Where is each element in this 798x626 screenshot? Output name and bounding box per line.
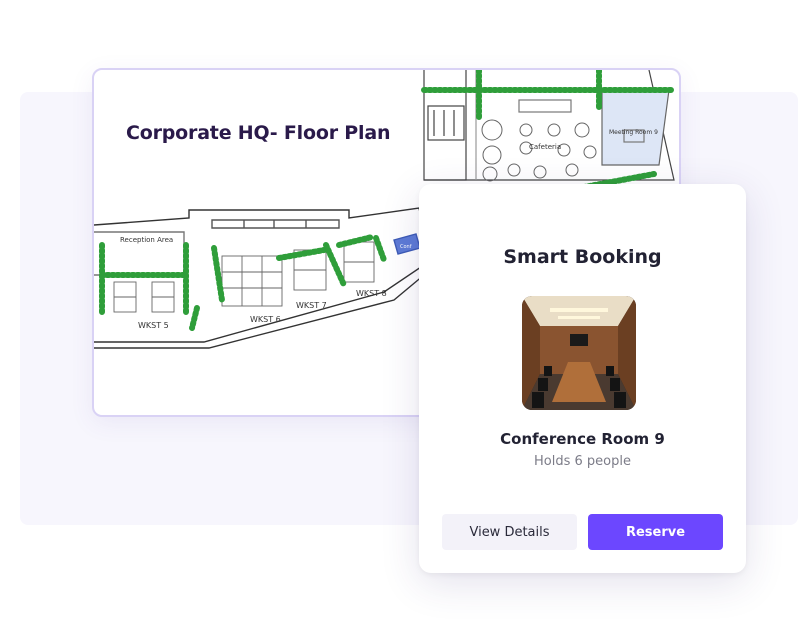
booking-title: Smart Booking bbox=[503, 246, 662, 268]
smart-booking-card: Smart Booking Conference Room 9 Holds 6 … bbox=[419, 184, 746, 573]
room-name: Conference Room 9 bbox=[500, 430, 665, 448]
wkst-6-label: WKST 6 bbox=[250, 315, 281, 324]
wkst-5-label: WKST 5 bbox=[138, 321, 169, 330]
wkst-8-label: WKST 8 bbox=[356, 289, 387, 298]
upper-wing bbox=[423, 70, 675, 181]
reception-area-label: Reception Area bbox=[120, 236, 173, 244]
room-capacity: Holds 6 people bbox=[534, 454, 631, 469]
cafeteria-label: Cafeteria bbox=[529, 143, 561, 151]
floor-plan-title: Corporate HQ- Floor Plan bbox=[126, 122, 391, 144]
wkst-7-label: WKST 7 bbox=[296, 301, 327, 310]
meeting-room-9-label: Meeting Room 9 bbox=[609, 129, 658, 136]
conference-room-photo bbox=[522, 296, 636, 410]
reserve-button[interactable]: Reserve bbox=[588, 514, 723, 550]
view-details-button[interactable]: View Details bbox=[442, 514, 577, 550]
conf-label: Conf bbox=[400, 244, 412, 250]
